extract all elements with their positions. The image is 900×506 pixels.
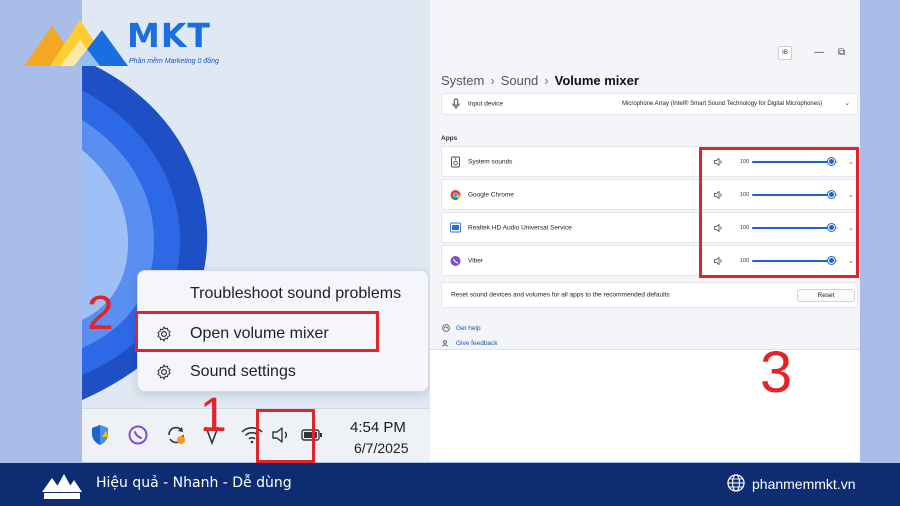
volume-value: 100 (740, 191, 750, 198)
breadcrumb-system[interactable]: System (441, 73, 484, 88)
breadcrumb-separator: › (490, 73, 495, 88)
menu-item-label: Sound settings (190, 363, 296, 380)
volume-slider[interactable] (752, 224, 838, 231)
volume-slider-fill (752, 259, 832, 262)
chrome-icon (450, 189, 461, 200)
speaker-icon[interactable] (714, 153, 723, 171)
volume-value: 100 (740, 257, 750, 264)
window-badge[interactable]: IB (778, 46, 792, 60)
battery-icon[interactable] (300, 423, 324, 447)
app-name: Viber (468, 257, 484, 264)
volume-slider-thumb[interactable] (828, 191, 836, 198)
chevron-down-icon[interactable]: ⌄ (848, 224, 854, 232)
help-icon (442, 324, 450, 332)
app-row-system-sounds: System sounds 100 ⌄ (441, 146, 858, 177)
get-help-link[interactable]: Get help (442, 324, 481, 332)
viber-icon (450, 255, 461, 266)
taskbar: 4:54 PM 6/7/2025 (82, 408, 430, 462)
feedback-icon (442, 340, 448, 347)
gear-icon (157, 326, 171, 342)
volume-slider[interactable] (752, 257, 838, 264)
volume-slider[interactable] (752, 158, 838, 165)
input-device-label: Input device (468, 100, 504, 108)
footer-brand-logo (42, 474, 82, 499)
brand-name: MKT (127, 16, 211, 55)
chevron-down-icon[interactable]: ⌄ (848, 191, 854, 199)
input-device-row: Input device Microphone Array (Intel® Sm… (441, 93, 858, 115)
get-help-label: Get help (456, 324, 481, 332)
volume-value: 100 (740, 224, 750, 231)
globe-icon (727, 474, 745, 492)
speaker-icon[interactable] (269, 423, 293, 447)
menu-item-label: Open volume mixer (190, 325, 329, 342)
speaker-icon[interactable] (714, 252, 723, 270)
app-name: Realtek HD Audio Universal Service (468, 224, 572, 231)
volume-mixer-window: IB — ⧉ System › Sound › Volume mixer Input d… (430, 0, 860, 350)
brand-logo: MKT Phần mềm Marketing 0 đồng (22, 14, 237, 72)
taskbar-clock-time[interactable]: 4:54 PM (350, 419, 406, 436)
app-name: System sounds (468, 158, 513, 165)
app-row-realtek: Realtek HD Audio Universal Service 100 ⌄ (441, 212, 858, 243)
reset-description: Reset sound devices and volumes for all … (451, 291, 670, 299)
breadcrumb-sound[interactable]: Sound (501, 73, 539, 88)
sync-warning-icon[interactable] (164, 423, 188, 447)
speaker-context-menu: Troubleshoot sound problems Open volume … (137, 270, 429, 392)
reset-row: Reset sound devices and volumes for all … (441, 282, 858, 308)
menu-item-label: Troubleshoot sound problems (190, 285, 402, 302)
reset-button[interactable]: Reset (797, 289, 855, 302)
speaker-icon[interactable] (714, 186, 723, 204)
settings-screenshot: IB — ⧉ System › Sound › Volume mixer Input d… (430, 0, 860, 462)
gear-icon (157, 364, 171, 380)
vpn-icon[interactable] (200, 423, 224, 447)
microphone-icon (450, 98, 461, 110)
breadcrumb-volume-mixer: Volume mixer (554, 73, 639, 88)
volume-value: 100 (740, 158, 750, 165)
menu-item-sound-settings[interactable]: Sound settings (138, 354, 430, 390)
app-row-google-chrome: Google Chrome 100 ⌄ (441, 179, 858, 210)
restore-button[interactable]: ⧉ (838, 47, 845, 58)
realtek-icon (450, 222, 461, 233)
chevron-down-icon[interactable]: ⌄ (848, 257, 854, 265)
chevron-down-icon: ⌄ (844, 100, 850, 107)
volume-slider-fill (752, 193, 832, 196)
windows-security-icon[interactable] (88, 423, 112, 447)
app-name: Google Chrome (468, 191, 514, 198)
menu-item-open-volume-mixer[interactable]: Open volume mixer (138, 316, 430, 352)
volume-slider[interactable] (752, 191, 838, 198)
taskbar-clock-date[interactable]: 6/7/2025 (354, 440, 409, 456)
wifi-icon[interactable] (240, 423, 264, 447)
app-row-viber: Viber 100 ⌄ (441, 245, 858, 276)
menu-item-troubleshoot[interactable]: Troubleshoot sound problems (138, 276, 430, 312)
footer-slogan: Hiệu quả - Nhanh - Dễ dùng (96, 475, 292, 491)
input-device-select[interactable]: Microphone Array (Intel® Smart Sound Tec… (622, 98, 854, 110)
footer-website-link[interactable]: phanmemmkt.vn (752, 476, 855, 492)
viber-icon[interactable] (126, 423, 150, 447)
footer-bar: Hiệu quả - Nhanh - Dễ dùng phanmemmkt.vn (0, 463, 900, 506)
give-feedback-label: Give feedback (456, 339, 498, 347)
minimize-button[interactable]: — (814, 47, 824, 58)
system-sounds-icon (450, 156, 461, 167)
breadcrumb: System › Sound › Volume mixer (441, 73, 639, 88)
apps-heading: Apps (441, 135, 458, 142)
volume-slider-thumb[interactable] (828, 224, 836, 231)
chevron-down-icon[interactable]: ⌄ (848, 158, 854, 166)
input-device-value: Microphone Array (Intel® Smart Sound Tec… (622, 101, 823, 107)
give-feedback-link[interactable]: Give feedback (442, 339, 498, 347)
brand-tagline: Phần mềm Marketing 0 đồng (129, 58, 219, 65)
volume-slider-fill (752, 160, 832, 163)
volume-slider-thumb[interactable] (828, 257, 836, 264)
volume-slider-fill (752, 226, 832, 229)
speaker-icon[interactable] (714, 219, 723, 237)
volume-slider-thumb[interactable] (828, 158, 836, 165)
breadcrumb-separator: › (544, 73, 549, 88)
brand-logo-mark (24, 20, 128, 66)
